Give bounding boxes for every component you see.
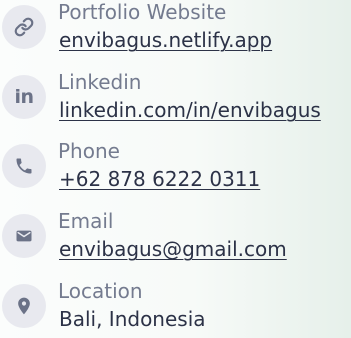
location-value: Bali, Indonesia (59, 307, 206, 331)
phone-link[interactable]: +62 878 6222 0311 (59, 167, 260, 191)
location-label: Location (58, 279, 143, 303)
email-link[interactable]: envibagus@gmail.com (59, 237, 287, 261)
phone-label: Phone (58, 139, 120, 163)
contact-item-linkedin: in Linkedin linkedin.com/in/envibagus (0, 67, 351, 129)
location-pin-icon (2, 284, 46, 328)
linkedin-link[interactable]: linkedin.com/in/envibagus (59, 98, 321, 122)
email-label: Email (58, 209, 114, 233)
contact-item-email: Email envibagus@gmail.com (0, 206, 351, 268)
link-icon (2, 5, 46, 49)
linkedin-icon: in (2, 75, 46, 119)
contact-item-location: Location Bali, Indonesia (0, 276, 351, 338)
contact-item-portfolio: Portfolio Website envibagus.netlify.app (0, 0, 351, 59)
mail-icon (2, 214, 46, 258)
portfolio-label: Portfolio Website (58, 0, 227, 24)
phone-icon (2, 144, 46, 188)
linkedin-label: Linkedin (58, 70, 142, 94)
linkedin-icon-glyph: in (14, 86, 34, 108)
contact-item-phone: Phone +62 878 6222 0311 (0, 136, 351, 198)
portfolio-link[interactable]: envibagus.netlify.app (59, 28, 272, 52)
contact-list: Portfolio Website envibagus.netlify.app … (0, 0, 351, 335)
